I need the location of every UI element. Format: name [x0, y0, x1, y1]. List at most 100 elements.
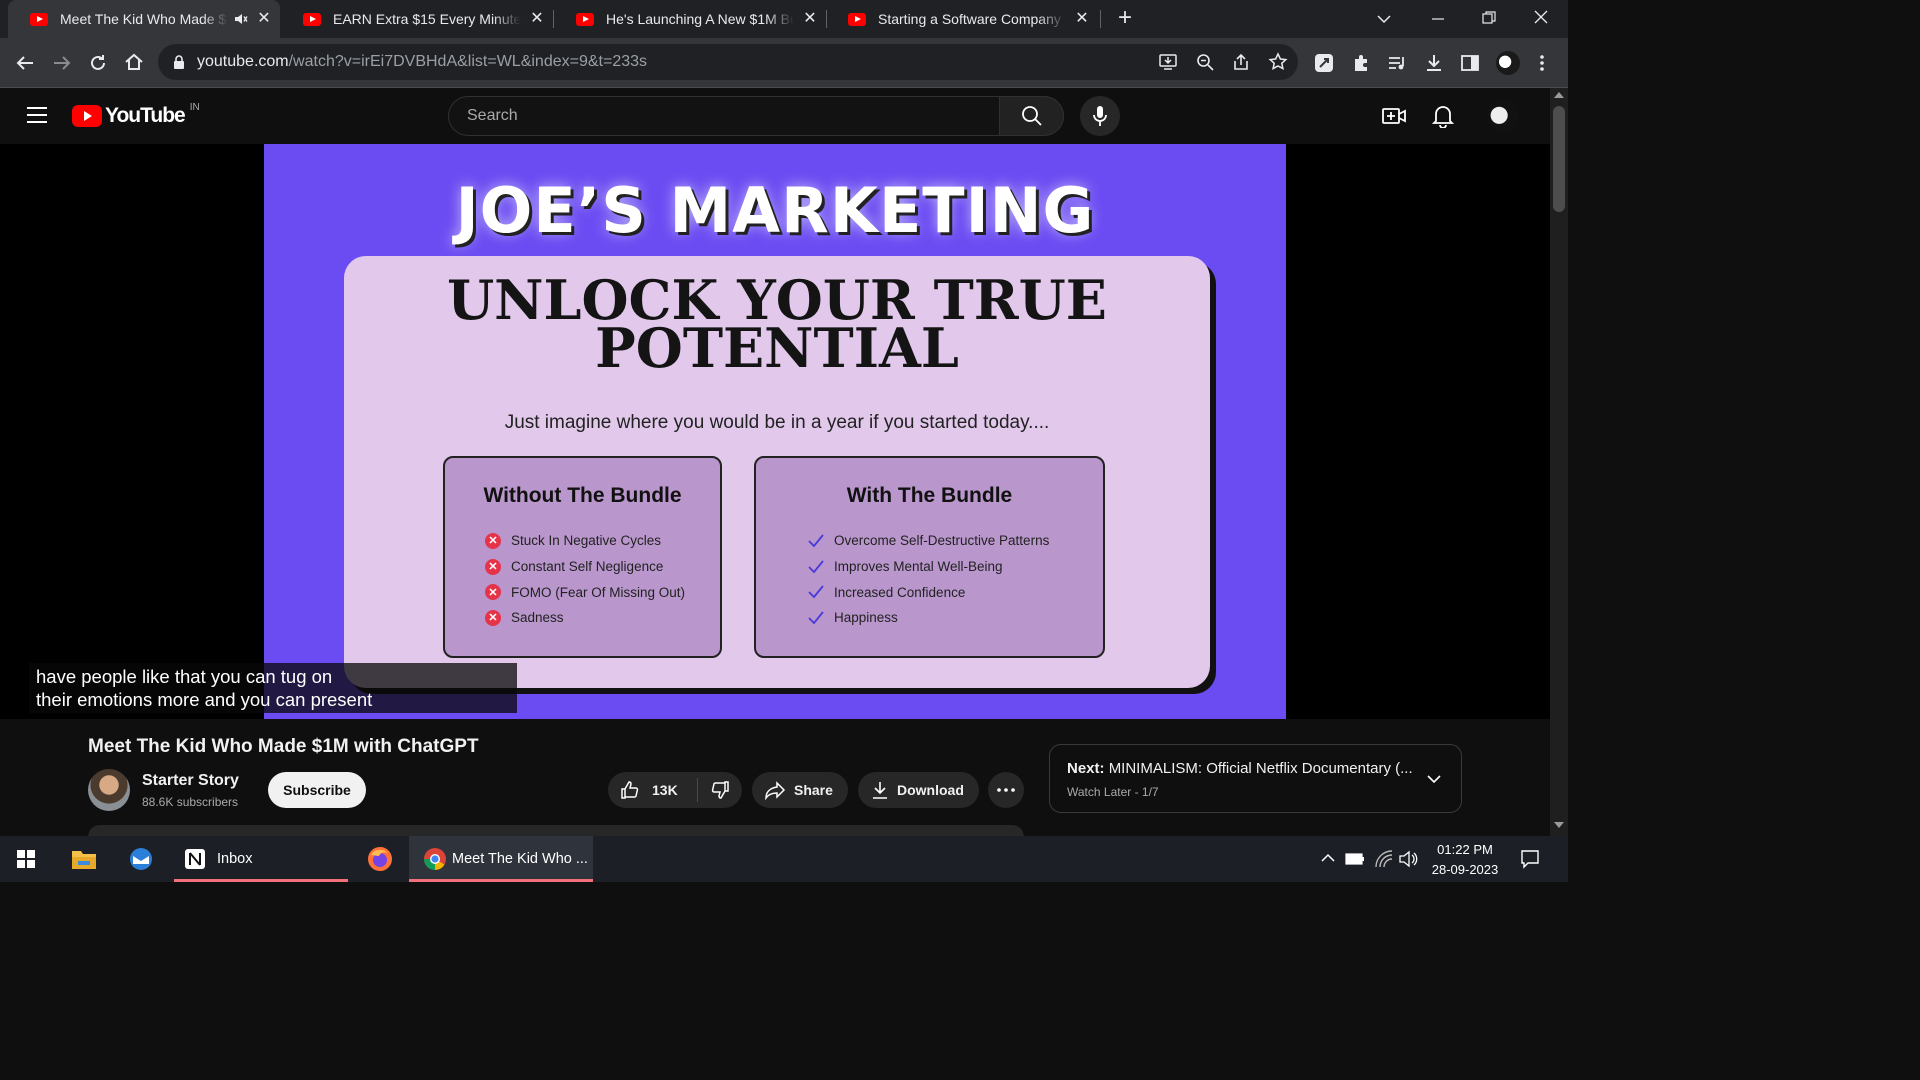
- system-clock[interactable]: 01:22 PM 28-09-2023: [1424, 840, 1506, 880]
- reload-icon[interactable]: [87, 52, 109, 74]
- list-item-text: Improves Mental Well-Being: [834, 559, 1003, 575]
- playlist-next-panel[interactable]: Next: MINIMALISM: Official Netflix Docum…: [1049, 744, 1462, 813]
- tab-software-company[interactable]: Starting a Software Company (AI ✕: [826, 0, 1098, 38]
- youtube-play-logo-icon: [72, 105, 102, 127]
- like-button[interactable]: 13K: [608, 772, 697, 808]
- thumbs-down-icon: [711, 781, 729, 799]
- taskbar-notion-app[interactable]: Inbox: [174, 836, 348, 882]
- close-tab-icon[interactable]: ✕: [1074, 11, 1090, 27]
- video-subheading: Just imagine where you would be in a yea…: [504, 412, 1050, 433]
- list-item-text: Sadness: [511, 610, 564, 626]
- next-prefix: Next:: [1067, 760, 1105, 777]
- channel-name[interactable]: Starter Story: [142, 772, 239, 790]
- close-tab-icon[interactable]: ✕: [256, 11, 272, 27]
- browser-toolbar: youtube.com/watch?v=irEi7DVBHdA&list=WL&…: [0, 38, 1568, 88]
- account-avatar[interactable]: [1487, 100, 1519, 132]
- media-queue-icon[interactable]: [1387, 53, 1407, 73]
- video-headline: UNLOCK YOUR TRUE POTENTIAL: [344, 273, 1210, 375]
- subscribe-button[interactable]: Subscribe: [268, 772, 366, 808]
- new-tab-button[interactable]: +: [1112, 6, 1138, 32]
- close-window-icon[interactable]: [1533, 9, 1549, 25]
- list-item: Happiness: [808, 605, 1103, 631]
- country-code: IN: [189, 101, 200, 113]
- video-player[interactable]: JOE’S MARKETING UNLOCK YOUR TRUE POTENTI…: [0, 144, 1550, 719]
- like-dislike-group: 13K: [608, 772, 742, 808]
- hamburger-menu-icon[interactable]: [26, 105, 48, 125]
- list-item: Overcome Self-Destructive Patterns: [808, 528, 1103, 554]
- share-button[interactable]: Share: [752, 772, 848, 808]
- bookmark-star-icon[interactable]: [1268, 52, 1288, 72]
- subscriber-count: 88.6K subscribers: [142, 795, 239, 809]
- tab-search-chevron-icon[interactable]: [1376, 11, 1392, 27]
- without-bundle-list: ✕ Stuck In Negative Cycles ✕ Constant Self…: [445, 528, 720, 631]
- wifi-icon[interactable]: [1374, 850, 1394, 868]
- search-button[interactable]: [999, 96, 1064, 136]
- without-bundle-title: Without The Bundle: [483, 484, 682, 507]
- mail-app-icon[interactable]: [127, 847, 155, 871]
- extension-compose-icon[interactable]: [1314, 53, 1334, 73]
- search-icon: [1021, 106, 1042, 126]
- check-icon: [808, 559, 824, 573]
- forward-arrow-icon[interactable]: [51, 52, 73, 74]
- scroll-up-arrow-icon[interactable]: [1554, 92, 1564, 98]
- battery-icon[interactable]: [1345, 852, 1365, 866]
- zoom-icon[interactable]: [1196, 53, 1214, 71]
- active-indicator: [409, 879, 593, 882]
- with-bundle-panel: With The Bundle Overcome Self-Destructiv…: [754, 456, 1105, 658]
- volume-icon[interactable]: [1398, 850, 1418, 868]
- address-bar[interactable]: youtube.com/watch?v=irEi7DVBHdA&list=WL&…: [158, 44, 1298, 80]
- caption-line: have people like that you can tug on: [36, 666, 333, 687]
- firefox-icon[interactable]: [367, 846, 393, 872]
- list-item: ✕ Sadness: [485, 605, 720, 631]
- minimize-icon[interactable]: [1430, 11, 1446, 27]
- chrome-label: Meet The Kid Who ...: [452, 851, 588, 867]
- youtube-logo[interactable]: YouTube IN: [72, 101, 200, 128]
- close-tab-icon[interactable]: ✕: [802, 11, 818, 27]
- expand-chevron-icon[interactable]: [1426, 771, 1442, 787]
- back-arrow-icon[interactable]: [14, 52, 36, 74]
- tab-title: Starting a Software Company (AI: [878, 11, 1066, 27]
- tab-launching-business[interactable]: He's Launching A New $1M Business ✕: [554, 0, 826, 38]
- page-scrollbar[interactable]: [1550, 88, 1568, 836]
- playlist-position: Watch Later - 1/7: [1067, 785, 1159, 799]
- red-x-icon: ✕: [485, 584, 501, 601]
- close-tab-icon[interactable]: ✕: [529, 11, 545, 27]
- search-input[interactable]: [449, 97, 999, 135]
- youtube-favicon-icon: [303, 12, 321, 26]
- download-button[interactable]: Download: [858, 772, 979, 808]
- restore-icon[interactable]: [1481, 10, 1497, 26]
- microphone-icon: [1093, 106, 1107, 126]
- speaker-icon[interactable]: [234, 12, 248, 26]
- tab-earn-extra[interactable]: EARN Extra $15 Every Minute SEO ✕: [281, 0, 553, 38]
- check-icon: [808, 534, 824, 548]
- chrome-menu-icon[interactable]: [1533, 53, 1551, 73]
- taskbar-chrome-app[interactable]: Meet The Kid Who ...: [409, 836, 593, 882]
- list-item-text: Happiness: [834, 610, 898, 626]
- notification-center-icon[interactable]: [1520, 849, 1540, 869]
- windows-start-icon[interactable]: [17, 850, 35, 868]
- notifications-bell-icon[interactable]: [1432, 104, 1454, 128]
- dislike-button[interactable]: [698, 772, 742, 808]
- profile-avatar[interactable]: [1496, 51, 1520, 75]
- home-icon[interactable]: [123, 51, 145, 73]
- more-actions-button[interactable]: [988, 772, 1024, 808]
- video-frame[interactable]: JOE’S MARKETING UNLOCK YOUR TRUE POTENTI…: [264, 144, 1286, 719]
- share-page-icon[interactable]: [1232, 53, 1250, 71]
- downloads-icon[interactable]: [1424, 53, 1444, 73]
- file-explorer-icon[interactable]: [71, 848, 97, 870]
- create-video-icon[interactable]: [1382, 105, 1406, 127]
- tab-meet-the-kid[interactable]: Meet The Kid Who Made $1M with ChatGPT ✕: [8, 0, 280, 38]
- windows-taskbar: Inbox Meet The Kid Who ... 01:22 PM 28-0…: [0, 836, 1568, 882]
- extensions-puzzle-icon[interactable]: [1351, 53, 1371, 73]
- scroll-down-arrow-icon[interactable]: [1554, 822, 1564, 828]
- side-panel-icon[interactable]: [1460, 53, 1480, 73]
- list-item: ✕ Stuck In Negative Cycles: [485, 528, 720, 554]
- voice-search-button[interactable]: [1080, 96, 1120, 136]
- lock-icon[interactable]: [173, 55, 185, 69]
- active-indicator: [174, 879, 348, 882]
- install-app-icon[interactable]: [1158, 53, 1178, 71]
- list-item-text: Constant Self Negligence: [511, 559, 664, 575]
- show-hidden-icons-chevron-icon[interactable]: [1321, 853, 1335, 863]
- channel-avatar[interactable]: [88, 769, 130, 811]
- scroll-thumb[interactable]: [1553, 106, 1565, 212]
